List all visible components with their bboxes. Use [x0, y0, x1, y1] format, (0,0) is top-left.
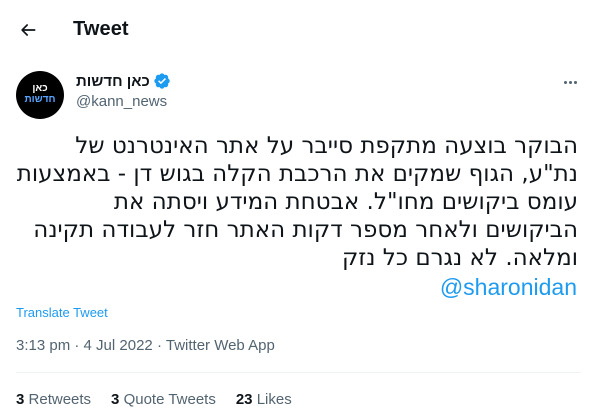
tweet-time[interactable]: 3:13 pm: [16, 337, 70, 354]
translate-tweet-link[interactable]: Translate Tweet: [16, 305, 108, 320]
page-title: Tweet: [73, 18, 129, 40]
kan-news-logo: כאן חדשות: [16, 83, 64, 105]
tweet-date[interactable]: 4 Jul 2022: [84, 337, 153, 354]
tweet-text: הבוקר בוצעה מתקפת סייבר על אתר האינטרנט …: [16, 133, 578, 271]
quotes-count: 3: [111, 391, 120, 408]
dot-icon: [568, 80, 572, 84]
separator: ·: [74, 337, 84, 354]
arrow-left-icon: [21, 24, 36, 36]
divider: [16, 372, 581, 373]
logo-line-2: חדשות: [24, 94, 56, 105]
tweet-header: Tweet: [0, 0, 597, 60]
mention-link[interactable]: @sharonidan: [440, 274, 577, 301]
likes-label: Likes: [256, 391, 292, 408]
retweets-count: 3: [16, 391, 25, 408]
author-display-name[interactable]: כאן חדשות: [76, 73, 150, 90]
author-handle[interactable]: @kann_news: [76, 93, 167, 110]
tweet-source[interactable]: Twitter Web App: [166, 337, 275, 354]
likes-stat[interactable]: 23 Likes: [236, 391, 292, 408]
more-options-button[interactable]: [559, 71, 581, 93]
quotes-label: Quote Tweets: [123, 391, 216, 408]
retweets-stat[interactable]: 3 Retweets: [16, 391, 91, 408]
tweet-meta: 3:13 pm · 4 Jul 2022 · Twitter Web App: [16, 337, 275, 354]
retweets-label: Retweets: [28, 391, 92, 408]
dot-icon: [573, 80, 577, 84]
likes-count: 23: [235, 391, 253, 408]
back-button[interactable]: [14, 16, 42, 44]
dot-icon: [563, 80, 567, 84]
separator: ·: [156, 337, 166, 354]
avatar[interactable]: כאן חדשות: [16, 71, 64, 119]
quote-tweets-stat[interactable]: 3 Quote Tweets: [111, 391, 216, 408]
verified-badge-icon: [154, 73, 170, 89]
logo-line-1: כאן: [32, 83, 48, 94]
author-name-row: כאן חדשות: [76, 72, 171, 90]
engagement-stats: 3 Retweets 3 Quote Tweets 23 Likes: [16, 391, 312, 408]
